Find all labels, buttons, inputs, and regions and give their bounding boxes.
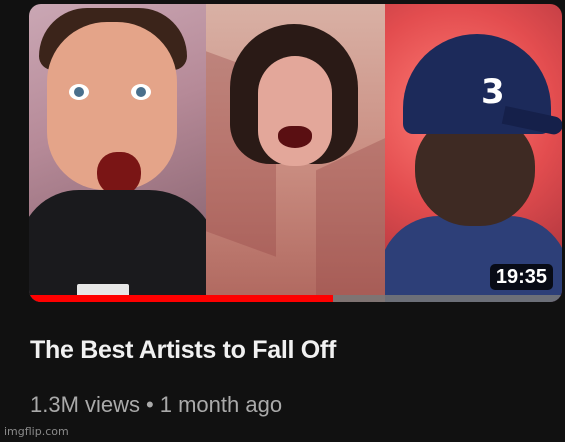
face-shape	[258, 56, 332, 166]
mouth-shape	[278, 126, 312, 148]
video-card[interactable]: 3 19:35 The Best Artists to Fall Off 1.3…	[0, 0, 565, 442]
eye-shape	[69, 84, 89, 100]
video-thumbnail[interactable]: 3 19:35	[29, 4, 562, 302]
thumbnail-panel-2	[206, 4, 385, 302]
shirt-shape	[29, 190, 206, 302]
face-shape	[47, 22, 177, 196]
cap-number: 3	[481, 72, 505, 112]
meta-separator: •	[146, 392, 154, 417]
view-count: 1.3M views	[30, 392, 141, 417]
eye-shape	[131, 84, 151, 100]
video-title[interactable]: The Best Artists to Fall Off	[30, 336, 550, 365]
thumbnail-panel-3: 3	[385, 4, 562, 302]
watch-progress-fill	[29, 295, 333, 302]
duration-badge: 19:35	[489, 264, 553, 290]
watch-progress-bar	[29, 295, 562, 302]
video-metadata: 1.3M views • 1 month ago	[30, 392, 282, 418]
watermark: imgflip.com	[4, 425, 69, 438]
thumbnail-panel-1	[29, 4, 206, 302]
upload-age: 1 month ago	[159, 392, 283, 417]
